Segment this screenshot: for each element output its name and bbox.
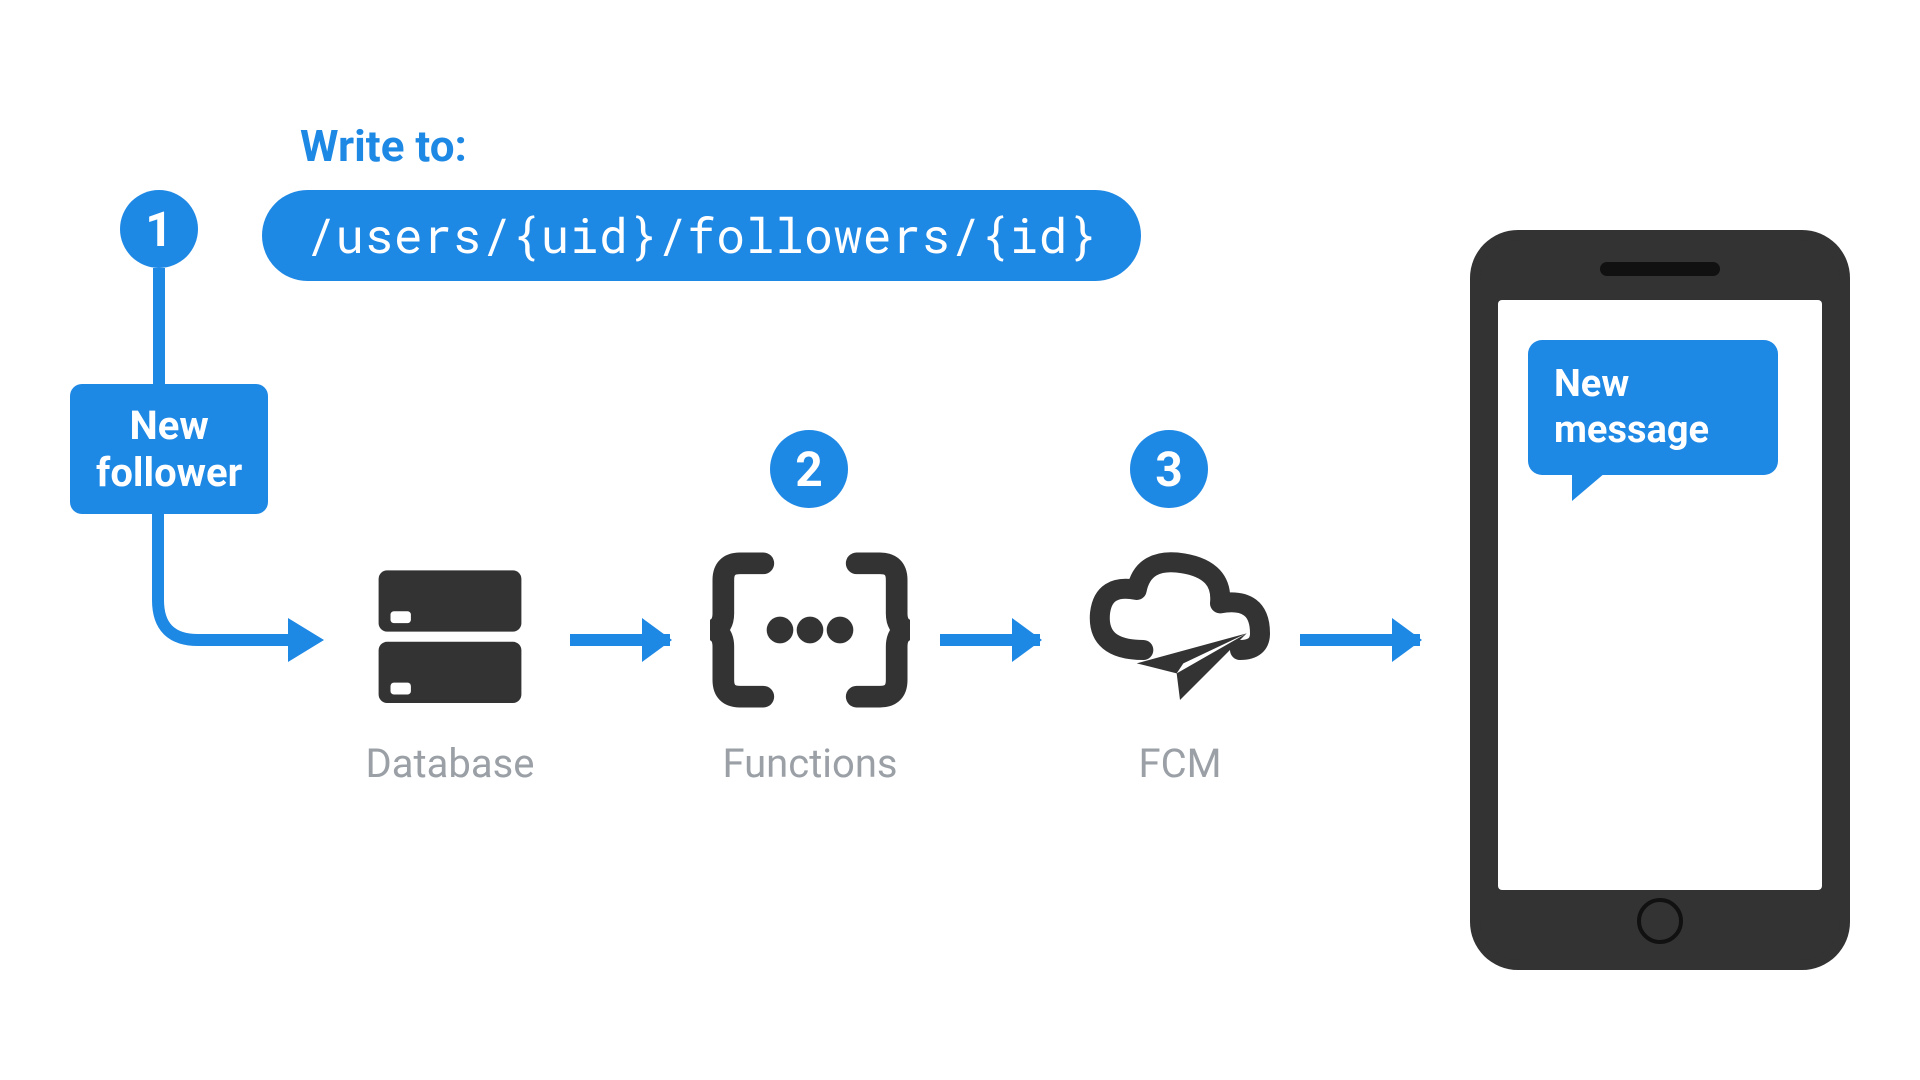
fcm-icon [1080, 540, 1280, 720]
functions-icon [710, 540, 910, 720]
arrow-functions-to-fcm [940, 634, 1040, 646]
bubble-tail-icon [1572, 467, 1612, 501]
phone-frame: New message [1480, 240, 1840, 960]
connector-trigger-to-database [100, 490, 330, 680]
database-label: Database [350, 740, 550, 787]
write-to-label: Write to: [300, 120, 467, 172]
phone-screen: New message [1498, 300, 1822, 890]
diagram-canvas: Write to: /users/{uid}/followers/{id} 1 … [0, 0, 1920, 1080]
phone-home-button-icon [1637, 898, 1683, 944]
step-1-badge: 1 [120, 190, 198, 268]
phone-speaker [1600, 262, 1720, 276]
database-path-pill: /users/{uid}/followers/{id} [262, 190, 1141, 281]
trigger-line1: New [130, 402, 209, 449]
arrow-db-to-functions [570, 634, 670, 646]
notification-bubble: New message [1528, 340, 1778, 475]
fcm-label: FCM [1080, 740, 1280, 787]
phone-device: New message [1470, 230, 1850, 970]
functions-label: Functions [710, 740, 910, 787]
step-3-badge: 3 [1130, 430, 1208, 508]
database-icon [360, 550, 540, 720]
connector-step1-to-trigger [153, 268, 165, 388]
bubble-line2: message [1554, 408, 1709, 452]
bubble-line1: New [1554, 362, 1629, 406]
step-2-badge: 2 [770, 430, 848, 508]
arrow-fcm-to-phone [1300, 634, 1420, 646]
